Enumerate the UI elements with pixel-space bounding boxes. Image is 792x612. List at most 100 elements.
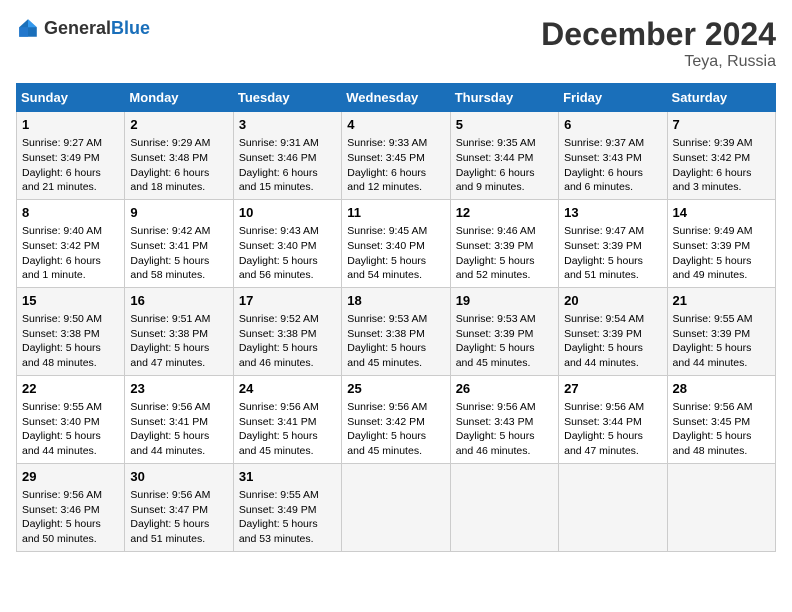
sunrise-text: Sunrise: 9:56 AM — [564, 401, 644, 413]
daylight-text: Daylight: 5 hours and 56 minutes. — [239, 255, 318, 282]
sunrise-text: Sunrise: 9:42 AM — [130, 225, 210, 237]
day-number: 2 — [130, 116, 227, 134]
sunset-text: Sunset: 3:44 PM — [456, 152, 534, 164]
day-number: 11 — [347, 204, 444, 222]
calendar-cell: 25Sunrise: 9:56 AMSunset: 3:42 PMDayligh… — [342, 375, 450, 463]
daylight-text: Daylight: 6 hours and 15 minutes. — [239, 167, 318, 194]
calendar-table: SundayMondayTuesdayWednesdayThursdayFrid… — [16, 83, 776, 552]
daylight-text: Daylight: 5 hours and 48 minutes. — [673, 430, 752, 457]
day-number: 4 — [347, 116, 444, 134]
calendar-cell: 26Sunrise: 9:56 AMSunset: 3:43 PMDayligh… — [450, 375, 558, 463]
day-number: 10 — [239, 204, 336, 222]
day-number: 18 — [347, 292, 444, 310]
calendar-cell: 9Sunrise: 9:42 AMSunset: 3:41 PMDaylight… — [125, 199, 233, 287]
calendar-cell: 21Sunrise: 9:55 AMSunset: 3:39 PMDayligh… — [667, 287, 775, 375]
calendar-cell: 10Sunrise: 9:43 AMSunset: 3:40 PMDayligh… — [233, 199, 341, 287]
calendar-cell: 3Sunrise: 9:31 AMSunset: 3:46 PMDaylight… — [233, 112, 341, 200]
daylight-text: Daylight: 5 hours and 46 minutes. — [239, 342, 318, 369]
calendar-cell — [342, 463, 450, 551]
sunrise-text: Sunrise: 9:54 AM — [564, 313, 644, 325]
sunset-text: Sunset: 3:45 PM — [673, 416, 751, 428]
sunrise-text: Sunrise: 9:55 AM — [239, 489, 319, 501]
calendar-week-row: 15Sunrise: 9:50 AMSunset: 3:38 PMDayligh… — [17, 287, 776, 375]
calendar-cell: 22Sunrise: 9:55 AMSunset: 3:40 PMDayligh… — [17, 375, 125, 463]
calendar-cell: 13Sunrise: 9:47 AMSunset: 3:39 PMDayligh… — [559, 199, 667, 287]
sunset-text: Sunset: 3:39 PM — [564, 328, 642, 340]
calendar-cell: 30Sunrise: 9:56 AMSunset: 3:47 PMDayligh… — [125, 463, 233, 551]
day-header-sunday: Sunday — [17, 84, 125, 112]
calendar-cell: 29Sunrise: 9:56 AMSunset: 3:46 PMDayligh… — [17, 463, 125, 551]
calendar-cell: 12Sunrise: 9:46 AMSunset: 3:39 PMDayligh… — [450, 199, 558, 287]
daylight-text: Daylight: 6 hours and 9 minutes. — [456, 167, 535, 194]
sunrise-text: Sunrise: 9:56 AM — [456, 401, 536, 413]
sunrise-text: Sunrise: 9:50 AM — [22, 313, 102, 325]
day-number: 17 — [239, 292, 336, 310]
daylight-text: Daylight: 6 hours and 18 minutes. — [130, 167, 209, 194]
calendar-cell: 7Sunrise: 9:39 AMSunset: 3:42 PMDaylight… — [667, 112, 775, 200]
daylight-text: Daylight: 5 hours and 44 minutes. — [22, 430, 101, 457]
day-header-friday: Friday — [559, 84, 667, 112]
calendar-cell: 8Sunrise: 9:40 AMSunset: 3:42 PMDaylight… — [17, 199, 125, 287]
daylight-text: Daylight: 5 hours and 44 minutes. — [564, 342, 643, 369]
daylight-text: Daylight: 5 hours and 45 minutes. — [456, 342, 535, 369]
calendar-cell: 17Sunrise: 9:52 AMSunset: 3:38 PMDayligh… — [233, 287, 341, 375]
day-header-wednesday: Wednesday — [342, 84, 450, 112]
daylight-text: Daylight: 5 hours and 49 minutes. — [673, 255, 752, 282]
day-number: 16 — [130, 292, 227, 310]
daylight-text: Daylight: 6 hours and 3 minutes. — [673, 167, 752, 194]
sunrise-text: Sunrise: 9:39 AM — [673, 137, 753, 149]
daylight-text: Daylight: 5 hours and 47 minutes. — [130, 342, 209, 369]
sunrise-text: Sunrise: 9:56 AM — [130, 401, 210, 413]
daylight-text: Daylight: 5 hours and 45 minutes. — [239, 430, 318, 457]
calendar-cell: 11Sunrise: 9:45 AMSunset: 3:40 PMDayligh… — [342, 199, 450, 287]
day-number: 14 — [673, 204, 770, 222]
sunrise-text: Sunrise: 9:47 AM — [564, 225, 644, 237]
daylight-text: Daylight: 5 hours and 44 minutes. — [130, 430, 209, 457]
day-number: 29 — [22, 468, 119, 486]
day-number: 23 — [130, 380, 227, 398]
day-number: 13 — [564, 204, 661, 222]
day-number: 5 — [456, 116, 553, 134]
sunrise-text: Sunrise: 9:33 AM — [347, 137, 427, 149]
sunset-text: Sunset: 3:39 PM — [456, 240, 534, 252]
calendar-cell: 18Sunrise: 9:53 AMSunset: 3:38 PMDayligh… — [342, 287, 450, 375]
daylight-text: Daylight: 5 hours and 58 minutes. — [130, 255, 209, 282]
sunrise-text: Sunrise: 9:56 AM — [347, 401, 427, 413]
calendar-cell: 16Sunrise: 9:51 AMSunset: 3:38 PMDayligh… — [125, 287, 233, 375]
sunset-text: Sunset: 3:48 PM — [130, 152, 208, 164]
calendar-cell: 5Sunrise: 9:35 AMSunset: 3:44 PMDaylight… — [450, 112, 558, 200]
daylight-text: Daylight: 5 hours and 48 minutes. — [22, 342, 101, 369]
sunset-text: Sunset: 3:42 PM — [673, 152, 751, 164]
calendar-cell: 2 Sunrise: 9:29 AM Sunset: 3:48 PM Daylight… — [125, 112, 233, 200]
calendar-cell: 4Sunrise: 9:33 AMSunset: 3:45 PMDaylight… — [342, 112, 450, 200]
sunset-text: Sunset: 3:38 PM — [22, 328, 100, 340]
logo-text-blue: Blue — [111, 18, 150, 38]
daylight-text: Daylight: 5 hours and 44 minutes. — [673, 342, 752, 369]
sunset-text: Sunset: 3:42 PM — [347, 416, 425, 428]
sunrise-text: Sunrise: 9:29 AM — [130, 137, 210, 149]
sunrise-text: Sunrise: 9:37 AM — [564, 137, 644, 149]
sunrise-text: Sunrise: 9:56 AM — [130, 489, 210, 501]
daylight-text: Daylight: 5 hours and 45 minutes. — [347, 430, 426, 457]
daylight-text: Daylight: 6 hours and 6 minutes. — [564, 167, 643, 194]
day-number: 8 — [22, 204, 119, 222]
sunrise-text: Sunrise: 9:52 AM — [239, 313, 319, 325]
logo: GeneralBlue — [16, 16, 150, 40]
calendar-cell: 27Sunrise: 9:56 AMSunset: 3:44 PMDayligh… — [559, 375, 667, 463]
day-number: 26 — [456, 380, 553, 398]
daylight-text: Daylight: 6 hours and 1 minute. — [22, 255, 101, 282]
sunset-text: Sunset: 3:46 PM — [22, 504, 100, 516]
calendar-cell — [667, 463, 775, 551]
page-header: GeneralBlue December 2024 Teya, Russia — [16, 16, 776, 71]
calendar-week-row: 22Sunrise: 9:55 AMSunset: 3:40 PMDayligh… — [17, 375, 776, 463]
page-title: December 2024 — [541, 16, 776, 53]
day-number: 9 — [130, 204, 227, 222]
sunset-text: Sunset: 3:43 PM — [456, 416, 534, 428]
sunrise-text: Sunrise: 9:53 AM — [347, 313, 427, 325]
sunset-text: Sunset: 3:39 PM — [673, 328, 751, 340]
title-block: December 2024 Teya, Russia — [541, 16, 776, 71]
sunrise-text: Sunrise: 9:46 AM — [456, 225, 536, 237]
sunset-text: Sunset: 3:41 PM — [239, 416, 317, 428]
calendar-cell: 1Sunrise: 9:27 AMSunset: 3:49 PMDaylight… — [17, 112, 125, 200]
sunset-text: Sunset: 3:38 PM — [130, 328, 208, 340]
